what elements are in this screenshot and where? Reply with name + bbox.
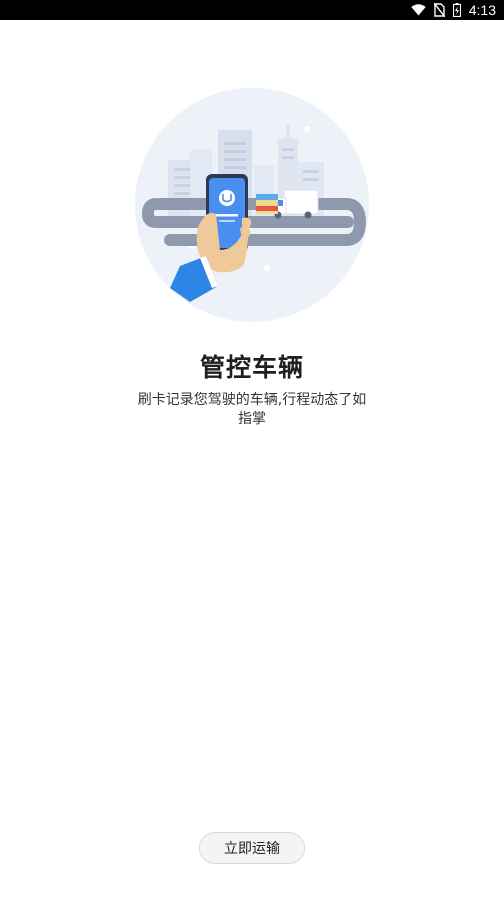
status-time: 4:13 bbox=[468, 2, 496, 18]
page-description: 刷卡记录您驾驶的车辆,行程动态了如指掌 bbox=[137, 392, 367, 427]
status-bar: 4:13 bbox=[0, 0, 504, 20]
wifi-icon bbox=[411, 0, 426, 20]
battery-charging-icon bbox=[452, 0, 461, 20]
start-transport-button[interactable]: 立即运输 bbox=[199, 832, 305, 864]
page-title: 管控车辆 bbox=[199, 353, 304, 382]
no-sim-icon bbox=[433, 0, 445, 20]
hero-illustration bbox=[120, 80, 390, 330]
